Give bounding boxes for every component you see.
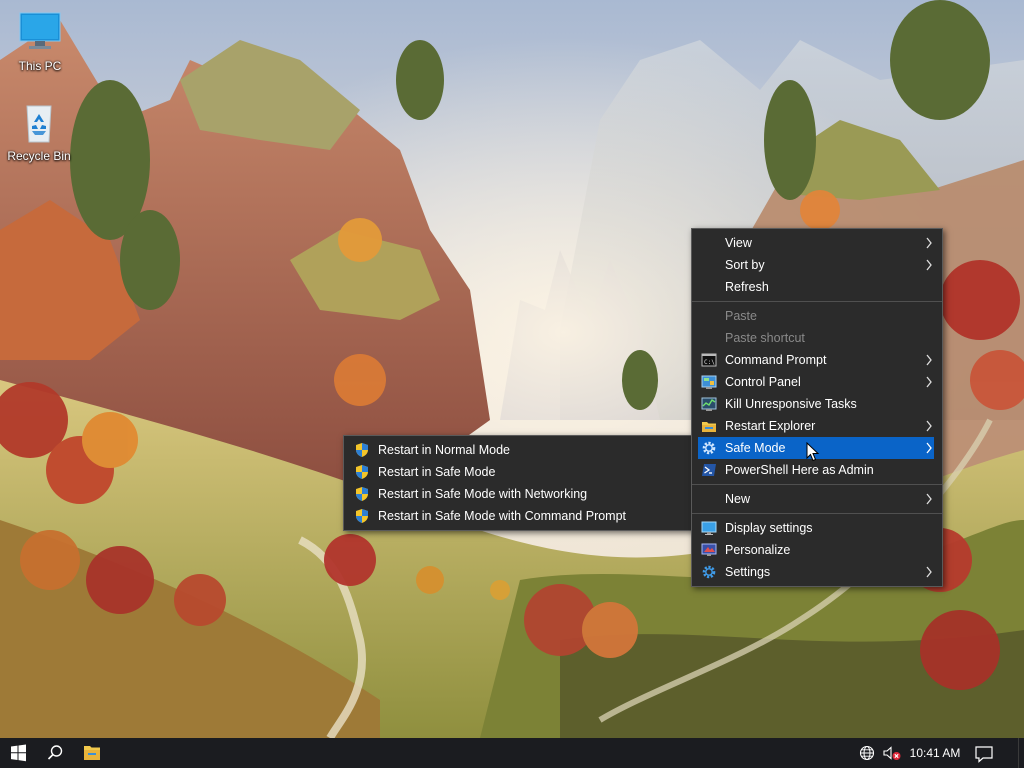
menu-item-personalize[interactable]: Personalize — [692, 539, 942, 561]
menu-item-label: New — [725, 492, 751, 506]
menu-item-restart-safe-mode[interactable]: Restart in Safe Mode — [344, 461, 693, 483]
uac-shield-icon — [356, 487, 368, 501]
menu-item-label: Refresh — [725, 280, 769, 294]
menu-item-label: Kill Unresponsive Tasks — [725, 397, 857, 411]
menu-item-label: Settings — [725, 565, 771, 579]
menu-item-view[interactable]: View — [692, 232, 942, 254]
menu-item-sort-by[interactable]: Sort by — [692, 254, 942, 276]
chevron-right-icon — [926, 420, 932, 432]
chevron-right-icon — [926, 259, 932, 271]
start-button[interactable] — [0, 738, 38, 768]
monitor-icon — [19, 12, 61, 49]
svg-text:C:\: C:\ — [704, 359, 715, 366]
menu-item-new[interactable]: New — [692, 488, 942, 510]
menu-separator — [692, 301, 942, 302]
menu-item-restart-safe-mode-command-prompt[interactable]: Restart in Safe Mode with Command Prompt — [344, 505, 693, 527]
folder-icon — [84, 746, 100, 760]
menu-item-label: View — [725, 236, 752, 250]
menu-item-display-settings[interactable]: Display settings — [692, 517, 942, 539]
menu-item-restart-normal-mode[interactable]: Restart in Normal Mode — [344, 439, 693, 461]
chevron-right-icon — [926, 442, 932, 454]
menu-item-restart-explorer[interactable]: Restart Explorer — [692, 415, 942, 437]
menu-item-label: Personalize — [725, 543, 791, 557]
command-prompt-icon: C:\ — [701, 353, 717, 367]
menu-item-kill-unresponsive-tasks[interactable]: Kill Unresponsive Tasks — [692, 393, 942, 415]
control-panel-icon — [701, 375, 717, 389]
menu-item-label: Restart in Normal Mode — [378, 443, 510, 457]
uac-shield-icon — [356, 509, 368, 523]
menu-item-command-prompt[interactable]: C:\ Command Prompt — [692, 349, 942, 371]
menu-item-label: Command Prompt — [725, 353, 827, 367]
chevron-right-icon — [926, 376, 932, 388]
menu-item-label: Paste — [725, 309, 757, 323]
menu-item-label: Restart in Safe Mode with Command Prompt — [378, 509, 627, 523]
menu-item-label: Display settings — [725, 521, 813, 535]
menu-item-refresh[interactable]: Refresh — [692, 276, 942, 298]
notification-icon[interactable] — [974, 745, 994, 763]
search-button[interactable] — [36, 738, 74, 768]
menu-item-label: Sort by — [725, 258, 765, 272]
folder-icon — [702, 422, 716, 432]
taskbar: 10:41 AM — [0, 738, 1024, 768]
desktop-icon-recycle-bin[interactable]: Recycle Bin — [1, 100, 77, 163]
menu-item-powershell-admin[interactable]: PowerShell Here as Admin — [692, 459, 942, 481]
chevron-right-icon — [926, 354, 932, 366]
display-icon — [701, 521, 717, 535]
menu-item-restart-safe-mode-networking[interactable]: Restart in Safe Mode with Networking — [344, 483, 693, 505]
menu-item-settings[interactable]: Settings — [692, 561, 942, 583]
windows-logo-icon — [11, 744, 26, 762]
menu-item-label: Restart Explorer — [725, 419, 816, 433]
desktop-icon-label: This PC — [18, 59, 62, 73]
volume-muted-icon[interactable] — [882, 745, 902, 761]
search-icon — [47, 745, 63, 760]
safe-mode-submenu: Restart in Normal Mode Restart in Safe M… — [343, 435, 694, 531]
menu-item-label: Control Panel — [725, 375, 801, 389]
taskbar-file-explorer-button[interactable] — [73, 738, 111, 768]
task-manager-icon — [701, 397, 717, 411]
personalize-icon — [701, 543, 717, 556]
menu-item-label: Safe Mode — [725, 441, 786, 455]
show-desktop-button[interactable] — [1018, 738, 1024, 768]
uac-shield-icon — [356, 465, 368, 479]
gear-icon — [702, 565, 716, 579]
recycle-bin-icon — [26, 105, 52, 143]
powershell-icon — [702, 464, 716, 476]
taskbar-clock[interactable]: 10:41 AM — [904, 738, 966, 768]
desktop-context-menu: View Sort by Refresh Paste Paste shortcu… — [691, 228, 943, 587]
mouse-cursor-icon — [806, 442, 820, 462]
desktop-icon-this-pc[interactable]: This PC — [2, 10, 78, 73]
uac-shield-icon — [356, 443, 368, 457]
menu-item-label: Restart in Safe Mode with Networking — [378, 487, 588, 501]
desktop-icon-label: Recycle Bin — [7, 149, 71, 163]
chevron-right-icon — [926, 566, 932, 578]
chevron-right-icon — [926, 237, 932, 249]
chevron-right-icon — [926, 493, 932, 505]
menu-item-label: Restart in Safe Mode — [378, 465, 496, 479]
menu-item-label: Paste shortcut — [725, 331, 805, 345]
menu-item-label: PowerShell Here as Admin — [725, 463, 874, 477]
globe-icon[interactable] — [858, 745, 876, 761]
menu-item-control-panel[interactable]: Control Panel — [692, 371, 942, 393]
menu-item-paste-shortcut: Paste shortcut — [692, 327, 942, 349]
gear-icon — [702, 441, 716, 455]
menu-item-paste: Paste — [692, 305, 942, 327]
menu-separator — [692, 513, 942, 514]
menu-separator — [692, 484, 942, 485]
